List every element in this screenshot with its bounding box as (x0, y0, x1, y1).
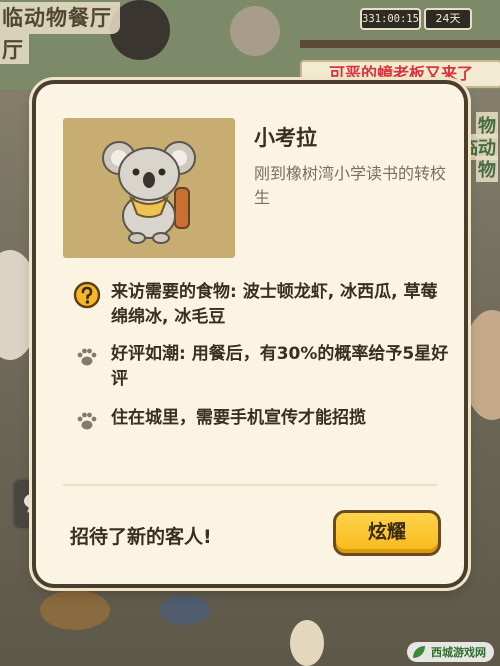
required-food-row: 来访需要的食物: 波士顿龙虾, 冰西瓜, 草莓绵绵冰, 冰毛豆 (72, 280, 452, 330)
dialog-divider (63, 484, 437, 486)
watermark-text: 西城游戏网 (431, 646, 486, 659)
restaurant-title: 临动物餐厅 (0, 2, 120, 34)
residence-text: 住在城里，需要手机宣传才能招揽 (111, 408, 366, 428)
new-guest-message: 招待了新的客人! (70, 526, 212, 548)
visitor-portrait (63, 118, 235, 258)
scene-character (462, 310, 500, 420)
scene-character (230, 6, 280, 56)
leaf-logo-icon (413, 646, 425, 658)
scene-character (0, 250, 40, 360)
site-watermark: 西城游戏网 (407, 642, 494, 662)
visitor-description: 刚到橡树湾小学读书的转校生 (254, 164, 447, 207)
rating-text: 好评如潮: 用餐后，有30%的概率给予5星好评 (111, 344, 449, 389)
scene-table (40, 590, 110, 630)
game-timer: 331:00:15 (360, 8, 421, 30)
required-food-text: 来访需要的食物: 波士顿龙虾, 冰西瓜, 草莓绵绵冰, 冰毛豆 (111, 282, 438, 327)
side-sign-text: 物 (476, 156, 498, 182)
restaurant-title-fragment: 厅 (0, 34, 29, 64)
scene-shelf (300, 40, 500, 48)
scene-jar (290, 620, 324, 666)
visitor-name: 小考拉 (254, 126, 317, 150)
rating-row: 好评如潮: 用餐后，有30%的概率给予5星好评 (72, 342, 452, 392)
paw-icon (72, 342, 102, 372)
residence-row: 住在城里，需要手机宣传才能招揽 (72, 406, 452, 436)
question-icon (72, 280, 102, 310)
scene-fish (160, 595, 210, 625)
show-off-button[interactable]: 炫耀 (333, 510, 441, 556)
new-visitor-dialog: 小考拉 刚到橡树湾小学读书的转校生 来访需要的食物: 波士顿龙虾, 冰西瓜, 草… (36, 84, 464, 584)
koala-illustration (102, 141, 196, 244)
paw-icon (72, 406, 102, 436)
day-counter: 24天 (424, 8, 472, 30)
